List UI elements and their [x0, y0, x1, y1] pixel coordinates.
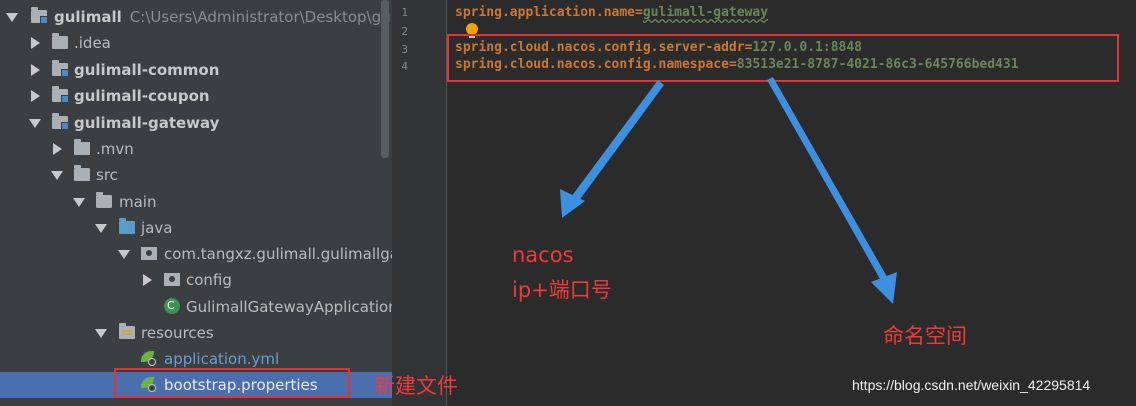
watermark: https://blog.csdn.net/weixin_42295814 [852, 377, 1091, 393]
nacos-note-line2: ip+端口号 [512, 278, 612, 302]
arrow-shaft-left [571, 80, 664, 202]
new-file-note: 新建文件 [374, 374, 458, 398]
nacos-note-line1: nacos [512, 243, 574, 267]
namespace-note: 命名空间 [883, 324, 967, 348]
arrow-shaft-right [767, 77, 890, 286]
